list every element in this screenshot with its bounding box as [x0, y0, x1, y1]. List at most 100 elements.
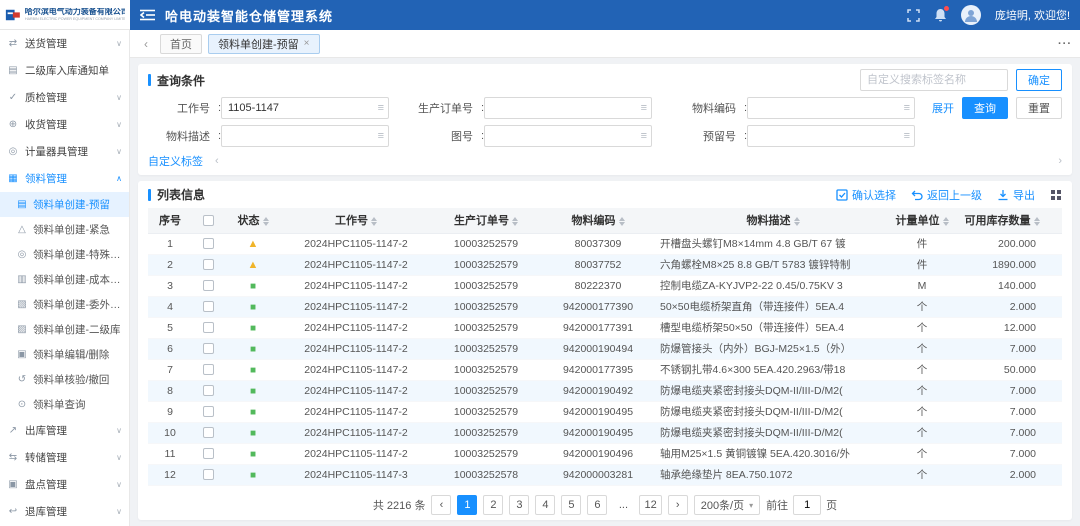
tag-prev-chevron-icon[interactable]: ‹ [215, 155, 219, 167]
page-button-5[interactable]: 5 [561, 495, 581, 515]
picker-icon[interactable]: ≡ [904, 102, 910, 114]
confirm-select-button[interactable]: 确认选择 [836, 187, 896, 203]
col-material-desc[interactable]: 物料描述 [654, 208, 892, 233]
notification-bell-icon[interactable] [934, 8, 947, 22]
row-checkbox[interactable] [203, 343, 214, 354]
prev-page-button[interactable]: ‹ [431, 495, 451, 515]
goto-unit: 页 [826, 497, 837, 513]
col-available-stock[interactable]: 可用库存数量 [952, 208, 1052, 233]
tab-more-icon[interactable]: ··· [1058, 38, 1072, 50]
sort-icon[interactable] [371, 217, 377, 226]
field-label-work-no: 工作号 [148, 100, 210, 116]
production-order-input[interactable] [484, 97, 652, 119]
custom-tag-link[interactable]: 自定义标签 [148, 153, 203, 169]
sort-icon[interactable] [943, 217, 949, 226]
sort-icon[interactable] [794, 217, 800, 226]
column-settings-button[interactable] [1050, 189, 1062, 201]
export-button[interactable]: 导出 [997, 187, 1035, 203]
sidebar-item-picking[interactable]: ▦领料管理∧ [0, 165, 129, 192]
picker-icon[interactable]: ≡ [378, 130, 384, 142]
user-avatar[interactable] [961, 5, 981, 25]
row-checkbox[interactable] [203, 427, 214, 438]
sidebar-subitem[interactable]: ↺领料单核验/撤回 [0, 367, 129, 392]
sidebar-subitem[interactable]: ▤领料单创建-预留 [0, 192, 129, 217]
row-checkbox[interactable] [203, 322, 214, 333]
reserve-no-input[interactable] [747, 125, 915, 147]
page-button-1[interactable]: 1 [457, 495, 477, 515]
reset-button[interactable]: 重置 [1016, 97, 1062, 119]
sidebar-item-stocktake[interactable]: ▣盘点管理∨ [0, 471, 129, 498]
sidebar-item-delivery[interactable]: ⇄送货管理∨ [0, 30, 129, 57]
collapse-sidebar-icon[interactable] [140, 9, 155, 21]
title-accent-bar [148, 74, 151, 86]
tag-next-chevron-icon[interactable]: › [1058, 155, 1062, 167]
sidebar-subitem[interactable]: △领料单创建-紧急 [0, 217, 129, 242]
row-checkbox[interactable] [203, 280, 214, 291]
material-code-input[interactable] [747, 97, 915, 119]
page-button-6[interactable]: 6 [587, 495, 607, 515]
tab-home[interactable]: 首页 [160, 34, 202, 54]
sidebar-subitem[interactable]: ▥领料单创建-成本中心 [0, 267, 129, 292]
sidebar-subitem[interactable]: ⊙领料单查询 [0, 392, 129, 417]
row-checkbox[interactable] [203, 448, 214, 459]
success-status-icon: ■ [250, 365, 256, 376]
select-all-checkbox[interactable] [203, 215, 214, 226]
expand-link[interactable]: 展开 [932, 100, 954, 116]
row-checkbox[interactable] [203, 301, 214, 312]
row-checkbox[interactable] [203, 259, 214, 270]
back-upper-level-button[interactable]: 返回上一级 [911, 187, 982, 203]
cell-select [192, 443, 224, 464]
custom-search-tag-input[interactable] [860, 69, 1008, 91]
sidebar-subitem[interactable]: ▣领料单编辑/删除 [0, 342, 129, 367]
search-button[interactable]: 查询 [962, 97, 1008, 119]
row-checkbox[interactable] [203, 364, 214, 375]
material-desc-input[interactable] [221, 125, 389, 147]
col-demand-qty[interactable]: 需求数量 [1052, 208, 1062, 233]
sidebar-subitem[interactable]: ▨领料单创建-二级库 [0, 317, 129, 342]
col-unit[interactable]: 计量单位 [892, 208, 952, 233]
page-button-4[interactable]: 4 [535, 495, 555, 515]
table-scroll-area[interactable]: 序号 状态 工作号 生产订单号 物料编码 物料描述 计量单位 可用库存数量 需求… [148, 208, 1062, 490]
row-checkbox[interactable] [203, 469, 214, 480]
cell-select [192, 275, 224, 296]
page-button-12[interactable]: 12 [639, 495, 661, 515]
col-seq[interactable]: 序号 [148, 208, 192, 233]
picker-icon[interactable]: ≡ [641, 130, 647, 142]
picker-icon[interactable]: ≡ [378, 102, 384, 114]
drawing-no-input[interactable] [484, 125, 652, 147]
close-tab-icon[interactable]: × [304, 38, 310, 49]
sidebar-subitem[interactable]: ◎领料单创建-特殊项目 [0, 242, 129, 267]
tab-picking-create-reserve[interactable]: 领料单创建-预留 × [208, 34, 320, 54]
sort-icon[interactable] [1034, 217, 1040, 226]
page-button-2[interactable]: 2 [483, 495, 503, 515]
tab-back-chevron-icon[interactable]: ‹ [138, 36, 154, 52]
sidebar-item-l2-inbound-notice[interactable]: ▤二级库入库通知单 [0, 57, 129, 84]
sort-icon[interactable] [263, 217, 269, 226]
confirm-button[interactable]: 确定 [1016, 69, 1062, 91]
sort-icon[interactable] [619, 217, 625, 226]
sidebar-item-measuring-tools[interactable]: ◎计量器具管理∨ [0, 138, 129, 165]
picker-icon[interactable]: ≡ [904, 130, 910, 142]
row-checkbox[interactable] [203, 238, 214, 249]
goto-page-input[interactable] [793, 495, 821, 515]
sidebar-subitem[interactable]: ▧领料单创建-委外组件 [0, 292, 129, 317]
col-production-order[interactable]: 生产订单号 [430, 208, 542, 233]
sidebar-item-receiving[interactable]: ⊕收货管理∨ [0, 111, 129, 138]
col-material-code[interactable]: 物料编码 [542, 208, 654, 233]
col-work-no[interactable]: 工作号 [282, 208, 430, 233]
row-checkbox[interactable] [203, 406, 214, 417]
sidebar-item-return[interactable]: ↩退库管理∨ [0, 498, 129, 525]
work-no-input[interactable] [221, 97, 389, 119]
picker-icon[interactable]: ≡ [641, 102, 647, 114]
fullscreen-icon[interactable] [907, 9, 920, 22]
sort-icon[interactable] [512, 217, 518, 226]
col-status[interactable]: 状态 [224, 208, 282, 233]
page-button-3[interactable]: 3 [509, 495, 529, 515]
sidebar-item-transfer[interactable]: ⇆转储管理∨ [0, 444, 129, 471]
next-page-button[interactable]: › [668, 495, 688, 515]
sidebar-item-quality[interactable]: ✓质检管理∨ [0, 84, 129, 111]
col-select[interactable] [192, 208, 224, 233]
row-checkbox[interactable] [203, 385, 214, 396]
page-size-select[interactable]: 200条/页 ▾ [694, 495, 760, 515]
sidebar-item-outbound[interactable]: ↗出库管理∨ [0, 417, 129, 444]
